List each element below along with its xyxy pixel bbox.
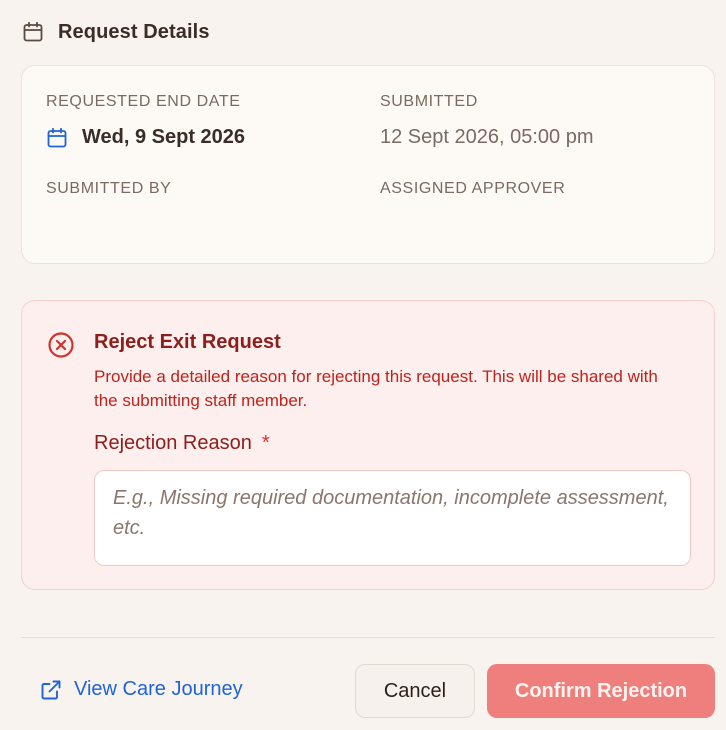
required-marker: * [261,432,270,454]
calendar-icon [46,127,68,149]
submitted-text: 12 Sept 2026, 05:00 pm [380,126,594,148]
rejection-reason-label: Rejection Reason * [94,432,270,455]
details-card: REQUESTED END DATE Wed, 9 Sept 2026 SUBM… [21,65,715,264]
cancel-button[interactable]: Cancel [355,664,475,718]
reject-exit-request-panel: Reject Exit Request Provide a detailed r… [21,300,715,590]
view-care-journey-label: View Care Journey [74,678,243,700]
section-header: Request Details [22,20,210,44]
assigned-approver-label: ASSIGNED APPROVER [380,180,566,197]
reject-title: Reject Exit Request [94,331,281,353]
calendar-icon [22,21,44,43]
external-link-icon [40,679,62,701]
requested-end-date-text: Wed, 9 Sept 2026 [82,126,246,148]
rejection-reason-input[interactable] [94,470,691,566]
reject-description: Provide a detailed reason for rejecting … [94,367,658,410]
confirm-rejection-button[interactable]: Confirm Rejection [487,664,715,718]
section-title: Request Details [58,20,210,43]
requested-end-date-value: Wed, 9 Sept 2026 [46,126,245,149]
view-care-journey-link[interactable]: View Care Journey [40,678,243,701]
submitted-by-label: SUBMITTED BY [46,180,172,197]
requested-end-date-label: REQUESTED END DATE [46,93,241,110]
x-circle-icon [47,331,75,359]
request-details-page: Request Details REQUESTED END DATE Wed, … [0,0,726,730]
footer-divider [21,637,715,638]
submitted-label: SUBMITTED [380,93,478,110]
submitted-value: 12 Sept 2026, 05:00 pm [380,126,594,149]
rejection-reason-label-text: Rejection Reason [94,432,252,454]
